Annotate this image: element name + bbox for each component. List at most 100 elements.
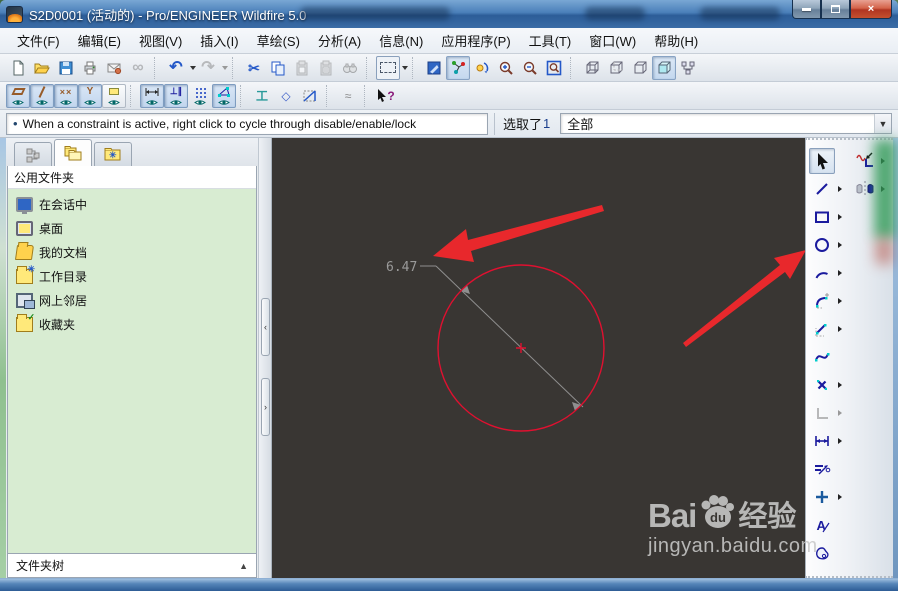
sketch-display-toggle[interactable] (6, 84, 30, 108)
chamfer-tool[interactable] (809, 316, 835, 342)
coordinate-system-tool[interactable] (809, 400, 835, 426)
close-button[interactable]: × (850, 0, 892, 19)
rectangle-tool[interactable] (809, 204, 835, 230)
paste-button[interactable] (290, 56, 314, 80)
tab-model-tree[interactable] (14, 142, 52, 166)
dim-value-display-toggle[interactable] (140, 84, 164, 108)
palette-tool[interactable] (809, 540, 835, 566)
title-bar[interactable]: S2D0001 (活动的) - Pro/ENGINEER Wildfire 5.… (0, 0, 898, 28)
fillet-tool[interactable] (809, 288, 835, 314)
folder-item-desktop[interactable]: 桌面 (8, 216, 256, 240)
open-file-button[interactable] (30, 56, 54, 80)
menu-applications[interactable]: 应用程序(P) (432, 28, 519, 53)
section-clip-button[interactable] (298, 84, 322, 108)
menu-file[interactable]: 文件(F) (8, 28, 69, 53)
trim-flyout-arrow[interactable] (881, 186, 885, 192)
sketch-canvas[interactable]: 6.47 (272, 138, 805, 578)
select-items-button[interactable] (376, 56, 400, 80)
folder-item-in-session[interactable]: 在会话中 (8, 192, 256, 216)
folder-item-working-directory[interactable]: ✳工作目录 (8, 264, 256, 288)
maximize-button[interactable] (821, 0, 850, 19)
grid-display-toggle[interactable] (188, 84, 212, 108)
print-button[interactable] (78, 56, 102, 80)
line-flyout-arrow[interactable] (838, 186, 842, 192)
redo-dropdown[interactable] (222, 66, 228, 70)
folder-tree-bar[interactable]: 文件夹树 ▲ (8, 553, 256, 577)
modify-tool[interactable] (809, 456, 835, 482)
tab-folder-browser[interactable] (54, 139, 92, 166)
no-hidden-button[interactable] (628, 56, 652, 80)
circle-flyout-arrow[interactable] (838, 242, 842, 248)
section-ibeam-button[interactable]: 工 (250, 84, 274, 108)
folder-item-my-documents[interactable]: 我的文档 (8, 240, 256, 264)
menu-info[interactable]: 信息(N) (370, 28, 432, 53)
undo-button[interactable]: ↶ (164, 56, 188, 80)
line-tool[interactable] (809, 176, 835, 202)
wireframe-button[interactable] (580, 56, 604, 80)
context-help-button[interactable]: ? (374, 84, 398, 108)
arc-flyout-arrow[interactable] (838, 270, 842, 276)
zoom-in-button[interactable] (494, 56, 518, 80)
constraint-flyout-arrow[interactable] (838, 494, 842, 500)
dimension-flyout-arrow[interactable] (838, 438, 842, 444)
redo-button[interactable]: ↷ (196, 56, 220, 80)
combo-dropdown-button[interactable]: ▼ (874, 114, 891, 133)
menu-view[interactable]: 视图(V) (130, 28, 191, 53)
dimension-value[interactable]: 6.47 (386, 260, 417, 275)
dimension-tool[interactable] (809, 428, 835, 454)
paste-special-button[interactable] (314, 56, 338, 80)
csys-flyout-arrow[interactable] (838, 410, 842, 416)
point-tool[interactable] (809, 372, 835, 398)
folder-item-favorites[interactable]: ✓收藏夹 (8, 312, 256, 336)
menu-tools[interactable]: 工具(T) (520, 28, 581, 53)
selection-filter-combo[interactable]: 全部 ▼ (560, 113, 892, 134)
folder-item-network[interactable]: 网上邻居 (8, 288, 256, 312)
select-items-dropdown[interactable] (402, 66, 408, 70)
email-button[interactable] (102, 56, 126, 80)
point-flyout-arrow[interactable] (838, 382, 842, 388)
link-button[interactable]: ∞ (126, 56, 150, 80)
hidden-line-button[interactable] (604, 56, 628, 80)
measure-button[interactable]: ≈ (336, 84, 360, 108)
repaint-button[interactable] (422, 56, 446, 80)
shade-closed-loops-toggle[interactable] (102, 84, 126, 108)
rectangle-flyout-arrow[interactable] (838, 214, 842, 220)
tab-favorites[interactable]: ✳ (94, 142, 132, 166)
use-edge-flyout-arrow[interactable] (881, 158, 885, 164)
orient-mode-button[interactable] (470, 56, 494, 80)
arc-tool[interactable] (809, 260, 835, 286)
dimensions-display-toggle[interactable] (30, 84, 54, 108)
circle-tool[interactable] (809, 232, 835, 258)
sidebar-splitter[interactable]: ‹ › (258, 138, 272, 578)
save-button[interactable] (54, 56, 78, 80)
section-diamond-button[interactable]: ◇ (274, 84, 298, 108)
cut-button[interactable]: ✂ (242, 56, 266, 80)
vertex-points-toggle[interactable] (212, 84, 236, 108)
constraint-tool[interactable] (809, 484, 835, 510)
vertices-display-toggle[interactable]: Y (78, 84, 102, 108)
spline-tool[interactable] (809, 344, 835, 370)
zoom-out-button[interactable] (518, 56, 542, 80)
fillet-flyout-arrow[interactable] (838, 298, 842, 304)
new-file-button[interactable] (6, 56, 30, 80)
menu-analysis[interactable]: 分析(A) (309, 28, 370, 53)
menu-insert[interactable]: 插入(I) (191, 28, 247, 53)
constraints-display-toggle[interactable]: ×× (54, 84, 78, 108)
collapse-left-handle[interactable]: ‹ (261, 298, 270, 356)
dimension-line[interactable] (436, 266, 583, 407)
refit-button[interactable] (542, 56, 566, 80)
menu-edit[interactable]: 编辑(E) (69, 28, 130, 53)
menu-sketch[interactable]: 草绘(S) (248, 28, 309, 53)
menu-help[interactable]: 帮助(H) (645, 28, 707, 53)
menu-window[interactable]: 窗口(W) (580, 28, 645, 53)
spin-center-button[interactable] (446, 56, 470, 80)
collapse-right-handle[interactable]: › (261, 378, 270, 436)
trim-tool[interactable] (852, 176, 878, 202)
chamfer-flyout-arrow[interactable] (838, 326, 842, 332)
use-edge-tool[interactable] (852, 148, 878, 174)
layers-button[interactable] (676, 56, 700, 80)
constraint-symbols-toggle[interactable]: ⊥∥ (164, 84, 188, 108)
text-tool[interactable]: A (809, 512, 835, 538)
copy-button[interactable] (266, 56, 290, 80)
shaded-button[interactable] (652, 56, 676, 80)
